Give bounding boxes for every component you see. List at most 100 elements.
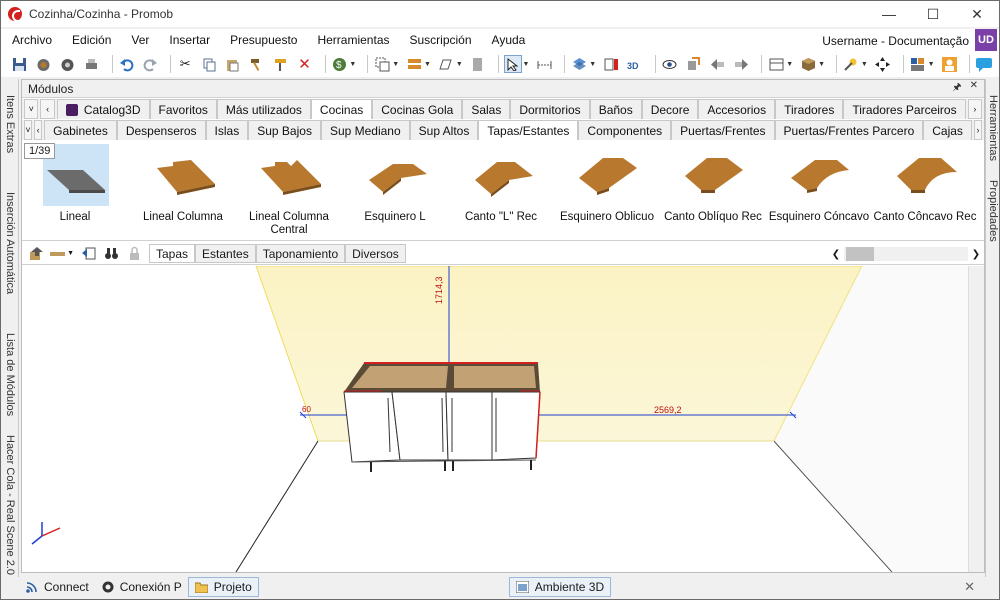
chevron-down-icon[interactable]: ▼ — [928, 61, 935, 68]
tab-salas[interactable]: Salas — [462, 99, 511, 119]
budget-icon[interactable]: $ — [331, 55, 349, 73]
level-up-icon[interactable] — [27, 246, 45, 262]
chevron-down-icon[interactable]: ▼ — [861, 61, 868, 68]
tab-sup-altos[interactable]: Sup Altos — [409, 120, 479, 140]
chat-icon[interactable] — [975, 55, 993, 73]
hammer-icon[interactable] — [248, 55, 266, 73]
tab-despenseros[interactable]: Despenseros — [116, 120, 206, 140]
select-area-icon[interactable] — [373, 55, 391, 73]
catalog-item-esquinero-concavo[interactable]: Esquinero Cóncavo — [766, 141, 872, 241]
chevron-down-icon[interactable]: ▼ — [786, 61, 793, 68]
tab-favoritos[interactable]: Favoritos — [149, 99, 217, 119]
maximize-button[interactable]: ☐ — [911, 1, 955, 27]
chevron-down-icon[interactable]: ▼ — [523, 61, 530, 68]
tab-propiedades[interactable]: Propiedades — [986, 175, 1000, 247]
scroll-track[interactable] — [844, 247, 968, 261]
chevron-down-icon[interactable]: ▼ — [818, 61, 825, 68]
tab-itens-extras[interactable]: Itens Extras — [1, 79, 19, 169]
tab-dormitorios[interactable]: Dormitorios — [510, 99, 590, 119]
chevron-down-icon[interactable]: ▼ — [424, 61, 431, 68]
paint-icon[interactable] — [272, 55, 290, 73]
kitchen-cabinets[interactable] — [343, 362, 541, 472]
chevron-right-icon[interactable]: ❯ — [968, 249, 984, 260]
palette-icon[interactable] — [909, 55, 927, 73]
delete-icon[interactable]: ✕ — [296, 55, 314, 73]
lock-icon[interactable] — [125, 246, 143, 262]
menu-insertar[interactable]: Insertar — [158, 33, 219, 47]
redo-icon[interactable] — [141, 55, 159, 73]
catalog-item-esquinero-l[interactable]: Esquinero L — [342, 141, 448, 241]
menu-presupuesto[interactable]: Presupuesto — [219, 33, 306, 47]
menu-edicion[interactable]: Edición — [61, 33, 120, 47]
cut-icon[interactable]: ✂ — [176, 55, 194, 73]
menu-herramientas[interactable]: Herramientas — [306, 33, 398, 47]
user-avatar[interactable]: UD — [975, 29, 997, 51]
close-window-button[interactable]: ✕ — [955, 1, 999, 27]
close-statusbar-button[interactable]: ✕ — [964, 579, 975, 595]
user-label[interactable]: Username - Documentação — [822, 34, 969, 48]
tab-sup-bajos[interactable]: Sup Bajos — [248, 120, 321, 140]
close-panel-button[interactable]: ✕ — [970, 80, 978, 97]
elevation-icon[interactable] — [602, 55, 620, 73]
measure-icon[interactable] — [535, 55, 553, 73]
tab-cajas[interactable]: Cajas — [923, 120, 972, 140]
tab-accesorios[interactable]: Accesorios — [698, 99, 776, 119]
binoculars-icon[interactable] — [102, 246, 120, 262]
conexion-tab[interactable]: Conexión P — [95, 577, 188, 597]
cabinet-door[interactable] — [445, 391, 493, 461]
move-right-icon[interactable] — [733, 55, 751, 73]
tab-tapas[interactable]: Tapas — [149, 244, 196, 263]
tab-tiradores-parceiros[interactable]: Tiradores Parceiros — [843, 99, 966, 119]
shape-icon[interactable] — [437, 55, 455, 73]
layers-icon[interactable] — [570, 55, 588, 73]
pin-icon[interactable]: 🖈 — [952, 80, 961, 97]
ambiente-3d-tab[interactable]: Ambiente 3D — [508, 577, 612, 597]
catalog-item-esquinero-oblicuo[interactable]: Esquinero Oblicuo — [554, 141, 660, 241]
viewport-3d[interactable]: 1714,3 60 2569,2 — [22, 266, 984, 572]
tab-componentes[interactable]: Componentes — [578, 120, 672, 140]
menu-ayuda[interactable]: Ayuda — [481, 33, 535, 47]
cabinet-door[interactable] — [491, 391, 541, 461]
paste-icon[interactable] — [224, 55, 242, 73]
catalog-item-canto-concavo-rec[interactable]: Canto Côncavo Rec — [872, 141, 978, 241]
tab-hacer-cola[interactable]: Hacer Cola - Real Scene 2.0 — [1, 434, 19, 577]
chevron-down-icon[interactable]: ▼ — [456, 61, 463, 68]
light-icon[interactable] — [842, 55, 860, 73]
tab-tiradores[interactable]: Tiradores — [775, 99, 844, 119]
view-3d-icon[interactable]: 3D — [626, 55, 644, 73]
print-icon[interactable] — [83, 55, 101, 73]
chevron-down-icon[interactable]: ˅ — [24, 99, 39, 119]
catalog-item-canto-obliquo-rec[interactable]: Canto Oblíquo Rec — [660, 141, 766, 241]
chevron-right-icon[interactable]: › — [973, 120, 982, 140]
tab-cocinas-gola[interactable]: Cocinas Gola — [372, 99, 463, 119]
projeto-tab[interactable]: Projeto — [187, 577, 259, 597]
cabinet-door[interactable] — [343, 391, 401, 463]
tab-catalog3d[interactable]: Catalog3D — [56, 99, 150, 119]
menu-ver[interactable]: Ver — [120, 33, 158, 47]
minimize-button[interactable]: — — [867, 1, 911, 27]
tab-herramientas[interactable]: Herramientas — [986, 83, 1000, 173]
chevron-left-icon[interactable]: ‹ — [40, 99, 55, 119]
connect-tab[interactable]: Connect — [19, 577, 95, 597]
eye-icon[interactable] — [661, 55, 679, 73]
ruler-icon[interactable]: ▼ — [50, 246, 74, 262]
catalog-item-canto-l-rec[interactable]: Canto "L" Rec — [448, 141, 554, 241]
tab-banos[interactable]: Baños — [589, 99, 642, 119]
tab-insercion-automatica[interactable]: Inserción Automática — [1, 171, 19, 316]
scroll-thumb[interactable] — [846, 247, 874, 261]
wall-icon[interactable] — [405, 55, 423, 73]
tab-gabinetes[interactable]: Gabinetes — [44, 120, 117, 140]
move-all-icon[interactable] — [874, 55, 892, 73]
window-view-icon[interactable] — [767, 55, 785, 73]
tab-estantes[interactable]: Estantes — [195, 244, 256, 263]
move-left-icon[interactable] — [709, 55, 727, 73]
tab-taponamiento[interactable]: Taponamiento — [255, 244, 346, 263]
pointer-icon[interactable] — [503, 55, 522, 73]
render-icon[interactable] — [35, 55, 53, 73]
scene-canvas[interactable]: 1714,3 60 2569,2 — [22, 266, 968, 572]
tab-sup-mediano[interactable]: Sup Mediano — [320, 120, 410, 140]
chevron-down-icon[interactable]: ▼ — [392, 61, 399, 68]
horizontal-scrollbar[interactable]: ❮ ❯ — [828, 246, 984, 262]
tab-puertas-frentes-parcero[interactable]: Puertas/Frentes Parcero — [774, 120, 924, 140]
save-icon[interactable] — [11, 55, 29, 73]
